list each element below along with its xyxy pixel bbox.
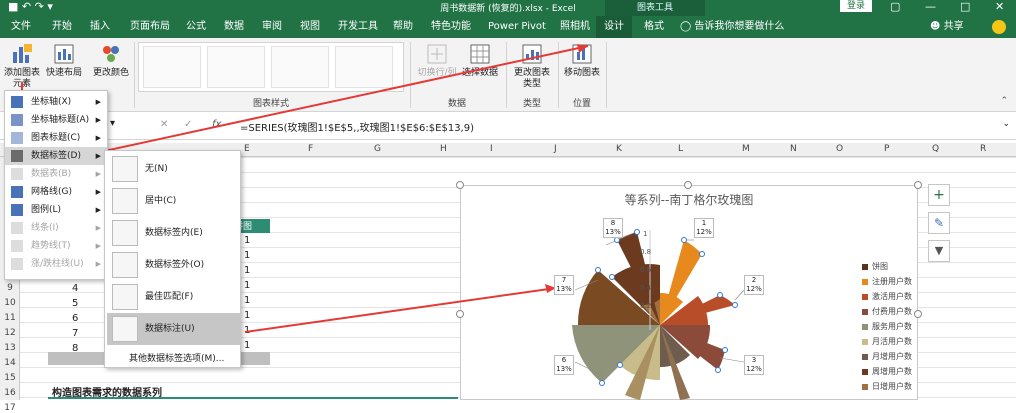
label-handle[interactable] xyxy=(717,292,723,298)
more-data-label-options[interactable]: 其他数据标签选项(M)... xyxy=(129,351,224,364)
legend-swatch xyxy=(862,353,868,360)
menu-item-lines[interactable]: 线条(I) ▶ xyxy=(5,219,107,237)
label-inside-icon xyxy=(112,220,138,246)
legend-item[interactable]: 注册用户数 xyxy=(862,276,912,287)
menu-item-gridlines[interactable]: 网格线(G) ▶ xyxy=(5,183,107,201)
axis-tick-label: 1 xyxy=(643,230,648,238)
data-label-inside-end[interactable]: 数据标签内(E) xyxy=(107,217,240,249)
paintbrush-icon: ✎ xyxy=(933,216,945,230)
annotation-arrow xyxy=(85,45,589,156)
label-handle[interactable] xyxy=(681,237,687,243)
data-labels-submenu: 无(N) 居中(C) 数据标签内(E) 数据标签外(O) 最佳匹配(F) 数据标… xyxy=(104,150,241,368)
menu-item-trendline[interactable]: 趋势线(T) ▶ xyxy=(5,237,107,255)
axis-tick-label: 0.8 xyxy=(640,248,652,256)
label-handle[interactable] xyxy=(715,367,721,373)
label-callout-icon xyxy=(112,316,138,342)
data-callout[interactable]: 1 12% xyxy=(694,218,714,238)
legend-item[interactable]: 激活用户数 xyxy=(862,291,912,302)
chevron-right-icon: ▶ xyxy=(95,242,101,250)
legend-swatch xyxy=(862,338,868,345)
label-best-fit-icon xyxy=(112,284,138,310)
label-outside-icon xyxy=(112,252,138,278)
legend-swatch xyxy=(862,278,868,285)
chevron-right-icon: ▶ xyxy=(95,188,101,196)
chevron-right-icon: ▶ xyxy=(95,152,101,160)
data-label-best-fit[interactable]: 最佳匹配(F) xyxy=(107,281,240,313)
gridlines-icon xyxy=(11,186,23,198)
leader-line xyxy=(719,357,745,363)
menu-item-legend[interactable]: 图例(L) ▶ xyxy=(5,201,107,219)
menu-item-axis-titles[interactable]: 坐标轴标题(A) ▶ xyxy=(5,111,107,129)
data-callout[interactable]: 2 12% xyxy=(744,275,764,295)
chevron-right-icon: ▶ xyxy=(95,116,101,124)
data-labels-icon xyxy=(11,150,23,162)
label-handle[interactable] xyxy=(634,229,640,235)
menu-item-data-table[interactable]: 数据表(B) ▶ xyxy=(5,165,107,183)
data-label-none[interactable]: 无(N) xyxy=(107,153,240,185)
legend-item[interactable]: 饼图 xyxy=(862,261,888,272)
menu-item-axes[interactable]: 坐标轴(X) ▶ xyxy=(5,93,107,111)
label-none-icon xyxy=(112,156,138,182)
lines-icon xyxy=(11,222,23,234)
label-handle[interactable] xyxy=(617,362,623,368)
data-callout[interactable]: 8 13% xyxy=(603,218,623,238)
label-handle[interactable] xyxy=(732,302,738,308)
label-handle[interactable] xyxy=(599,380,605,386)
legend-item[interactable]: 月增用户数 xyxy=(862,351,912,362)
chart-filters-button[interactable]: ▼ xyxy=(928,240,950,262)
legend-item[interactable]: 日增用户数 xyxy=(862,381,912,392)
menu-item-chart-title[interactable]: 图表标题(C) ▶ xyxy=(5,129,107,147)
legend-item[interactable]: 周增用户数 xyxy=(862,366,912,377)
plus-icon: + xyxy=(933,187,945,203)
up-down-bars-icon xyxy=(11,258,23,270)
legend-item[interactable]: 服务用户数 xyxy=(862,321,912,332)
add-chart-element-menu: 坐标轴(X) ▶ 坐标轴标题(A) ▶ 图表标题(C) ▶ 数据标签(D) ▶ 数据表(… xyxy=(4,90,108,280)
label-center-icon xyxy=(112,188,138,214)
menu-item-up-down-bars[interactable]: 涨/跌柱线(U) ▶ xyxy=(5,255,107,273)
legend-icon xyxy=(11,204,23,216)
trendline-icon xyxy=(11,240,23,252)
label-handle[interactable] xyxy=(614,237,620,243)
data-callout[interactable]: 7 13% xyxy=(554,275,574,295)
chart-styles-button[interactable]: ✎ xyxy=(928,212,950,234)
data-label-outside-end[interactable]: 数据标签外(O) xyxy=(107,249,240,281)
legend-item[interactable]: 付费用户数 xyxy=(862,306,912,317)
chevron-right-icon: ▶ xyxy=(95,206,101,214)
chevron-right-icon: ▶ xyxy=(95,170,101,178)
legend-swatch xyxy=(862,263,868,270)
chart-elements-button[interactable]: + xyxy=(928,184,950,206)
filter-icon: ▼ xyxy=(934,244,944,257)
axis-tick-label: 0.6 xyxy=(640,266,652,274)
axis-tick-label: 0.2 xyxy=(640,302,652,310)
leader-line xyxy=(734,289,745,301)
label-handle[interactable] xyxy=(595,267,601,273)
axes-icon xyxy=(11,96,23,108)
chevron-right-icon: ▶ xyxy=(95,98,101,106)
chart-title-icon xyxy=(11,132,23,144)
data-callout[interactable]: 6 13% xyxy=(554,355,574,375)
data-callout[interactable]: 3 12% xyxy=(744,355,764,375)
axis-tick-label: 0.4 xyxy=(640,284,652,292)
legend-item[interactable]: 月活用户数 xyxy=(862,336,912,347)
row-header[interactable]: 17 xyxy=(2,403,18,413)
legend-swatch xyxy=(862,383,868,390)
label-handle[interactable] xyxy=(609,274,615,280)
axis-titles-icon xyxy=(11,114,23,126)
menu-item-data-labels[interactable]: 数据标签(D) ▶ xyxy=(5,147,107,165)
label-handle[interactable] xyxy=(699,251,705,257)
legend-swatch xyxy=(862,323,868,330)
legend-swatch xyxy=(862,308,868,315)
chevron-right-icon: ▶ xyxy=(95,134,101,142)
data-label-center[interactable]: 居中(C) xyxy=(107,185,240,217)
label-handle[interactable] xyxy=(722,347,728,353)
annotation-arrow xyxy=(244,287,557,333)
legend-swatch xyxy=(862,293,868,300)
data-table-icon xyxy=(11,168,23,180)
chevron-right-icon: ▶ xyxy=(95,260,101,268)
legend-swatch xyxy=(862,368,868,375)
chevron-right-icon: ▶ xyxy=(95,224,101,232)
data-label-callout[interactable]: 数据标注(U) xyxy=(107,313,240,345)
